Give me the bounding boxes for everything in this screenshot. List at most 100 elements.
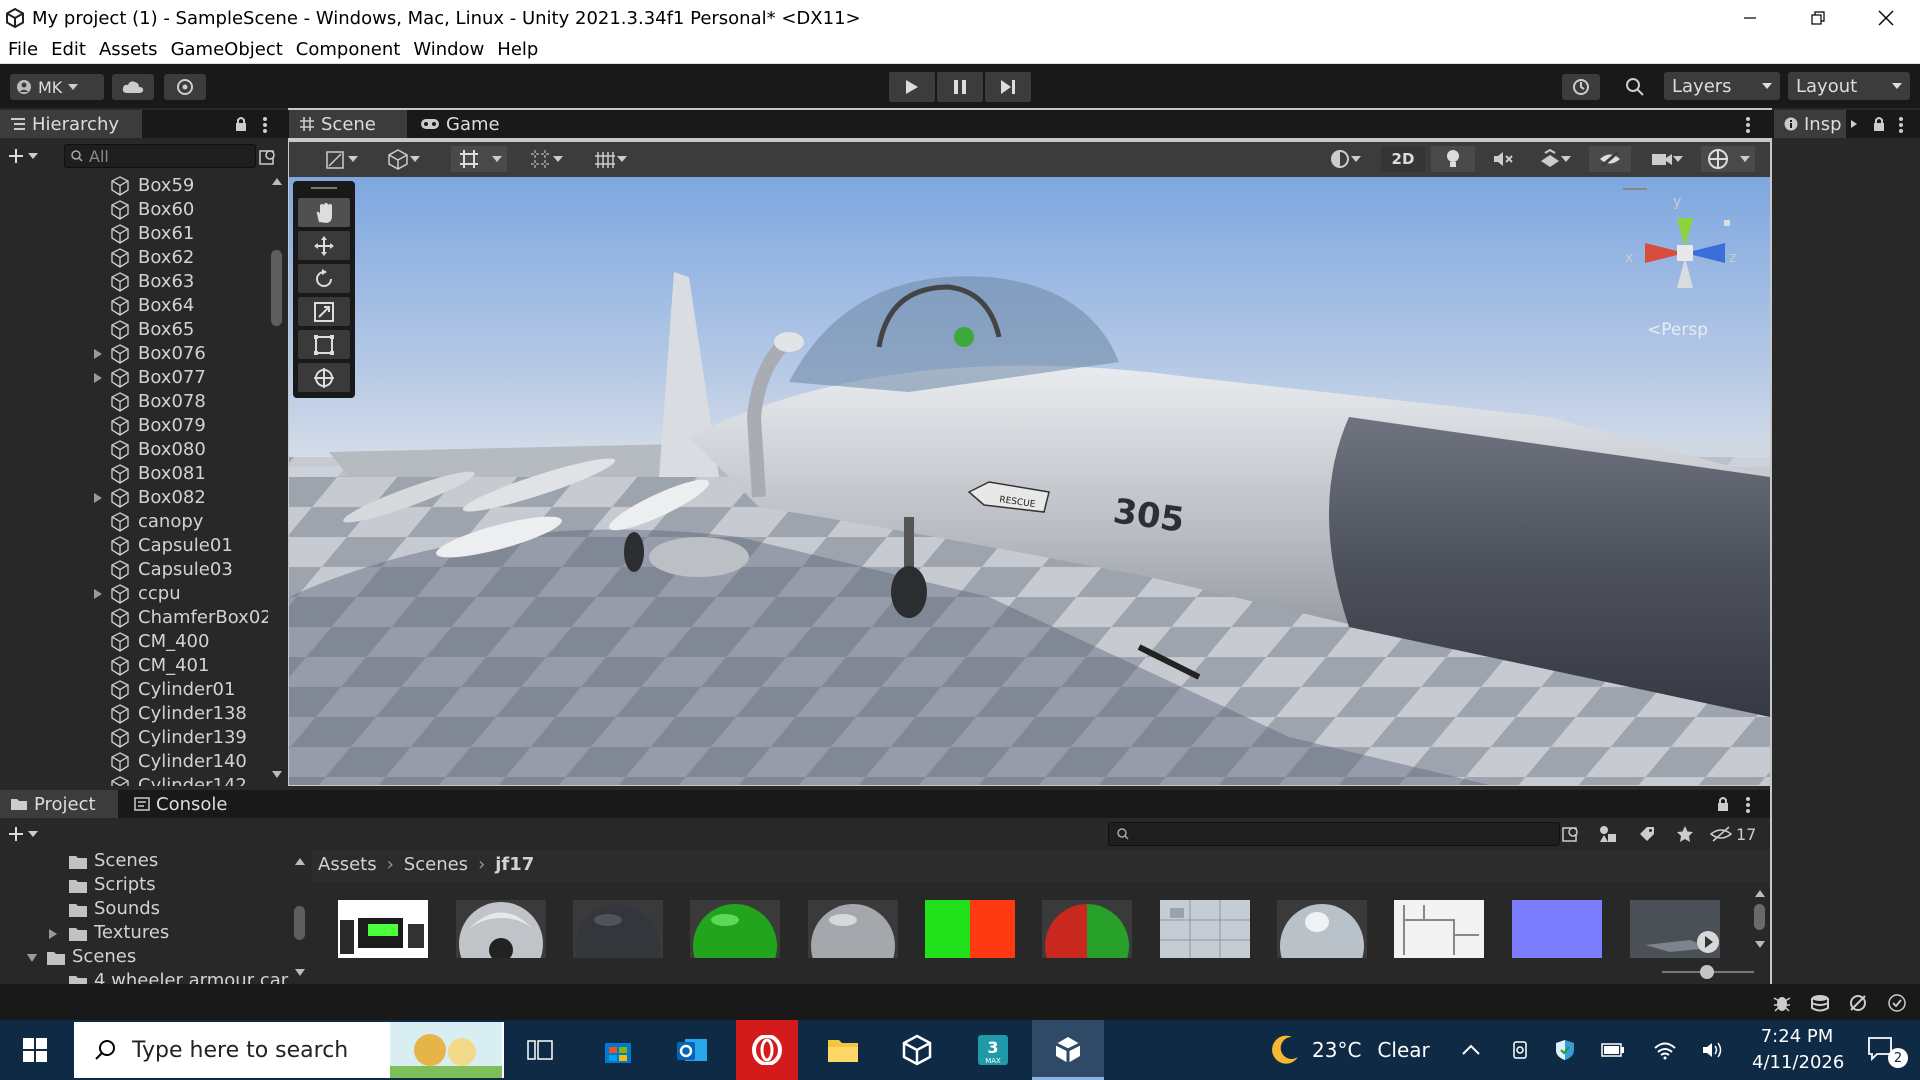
volume-tray[interactable] [1698,1020,1728,1080]
audio-toggle[interactable] [1483,146,1523,172]
show-hidden-icons-button[interactable] [1456,1020,1486,1080]
lighting-toggle[interactable] [1431,146,1475,172]
hierarchy-item[interactable]: Capsule03 [0,558,268,582]
hierarchy-item[interactable]: canopy [0,510,268,534]
breadcrumb-assets[interactable]: Assets [318,854,377,875]
lock-icon[interactable] [1716,796,1730,812]
opera-app[interactable] [736,1020,798,1080]
scene-viewport[interactable]: 305 RESCUE [289,177,1770,785]
asset-thumbnail[interactable] [690,900,780,958]
more-options-icon[interactable] [1745,116,1751,134]
breadcrumb-jf17[interactable]: jf17 [495,854,534,875]
menu-file[interactable]: File [8,39,38,60]
battery-tray[interactable] [1598,1020,1628,1080]
hierarchy-item[interactable]: Box62 [0,246,268,270]
star-icon[interactable] [1676,825,1694,843]
weather-widget[interactable]: 23°C Clear [1268,1020,1430,1080]
hierarchy-item[interactable]: CM_400 [0,630,268,654]
project-tree-scrollbar[interactable] [292,852,308,984]
create-button[interactable] [8,146,44,166]
tab-project[interactable]: Project [0,790,118,818]
project-tree-scroll-thumb[interactable] [294,906,305,940]
store-app[interactable] [588,1020,648,1080]
lock-icon[interactable] [1872,116,1886,132]
shading-dropdown[interactable] [377,146,429,172]
filter-by-type-icon[interactable] [1598,825,1618,843]
notification-center-button[interactable]: 2 [1852,1020,1912,1080]
menu-help[interactable]: Help [497,39,538,60]
system-clock[interactable]: 7:24 PM 4/11/2026 [1752,1024,1844,1076]
orientation-gizmo[interactable]: y x z <Persp [1615,188,1745,348]
breadcrumb-scenes[interactable]: Scenes [404,854,468,875]
thumbnail-size-handle[interactable] [1700,965,1714,979]
hierarchy-item[interactable]: Box65 [0,318,268,342]
menu-component[interactable]: Component [296,39,401,60]
menu-window[interactable]: Window [413,39,484,60]
search-by-scene-icon[interactable] [1562,825,1580,843]
asset-thumbnail[interactable] [925,900,1015,958]
hierarchy-item[interactable]: Cylinder138 [0,702,268,726]
scene-search-icon[interactable] [259,148,277,166]
minimize-button[interactable] [1716,0,1784,36]
layout-dropdown[interactable]: Layout [1788,72,1910,100]
hierarchy-item[interactable]: Box076 [0,342,268,366]
hierarchy-item[interactable]: ChamferBox02 [0,606,268,630]
check-circle-icon[interactable] [1888,994,1906,1012]
expand-arrow-icon[interactable] [94,373,102,383]
increment-snap[interactable] [521,146,571,172]
effects-dropdown[interactable] [1529,146,1581,172]
history-button[interactable] [1562,74,1600,100]
transform-tool[interactable] [298,363,350,392]
asset-thumbnail[interactable] [1394,900,1484,958]
more-options-icon[interactable] [262,116,268,134]
tab-hierarchy[interactable]: Hierarchy [0,110,142,138]
hidden-objects-toggle[interactable] [1589,146,1631,172]
hierarchy-item[interactable]: Box64 [0,294,268,318]
hierarchy-item[interactable]: Cylinder139 [0,726,268,750]
task-view-button[interactable] [510,1020,570,1080]
unity-hub-app[interactable] [886,1020,948,1080]
hierarchy-scroll-thumb[interactable] [271,250,282,326]
collab-button[interactable] [164,74,206,100]
hierarchy-item[interactable]: Cylinder140 [0,750,268,774]
more-options-icon[interactable] [1898,116,1904,134]
hierarchy-scrollbar[interactable] [268,174,286,786]
menu-edit[interactable]: Edit [51,39,86,60]
asset-thumbnail[interactable] [808,900,898,958]
hierarchy-item[interactable]: Box078 [0,390,268,414]
tab-console[interactable]: Console [124,790,254,818]
outlook-app[interactable] [662,1020,722,1080]
hierarchy-item[interactable]: Box60 [0,198,268,222]
rect-tool[interactable] [298,330,350,359]
search-button[interactable] [1616,74,1654,100]
cache-icon[interactable] [1810,993,1830,1013]
expand-arrow-icon[interactable] [94,349,102,359]
account-dropdown[interactable]: MK [10,74,104,100]
tab-game[interactable]: Game [410,110,510,138]
start-button[interactable] [0,1020,70,1080]
hand-tool[interactable] [298,198,350,227]
drag-handle[interactable] [311,187,337,189]
expand-arrow-icon[interactable] [94,589,102,599]
hierarchy-item[interactable]: Cylinder01 [0,678,268,702]
asset-thumbnail[interactable] [338,900,428,958]
asset-thumbnail[interactable] [1160,900,1250,958]
hierarchy-item[interactable]: CM_401 [0,654,268,678]
hidden-packages-toggle[interactable]: 17 [1710,822,1764,846]
tab-inspector[interactable]: Insp [1774,110,1846,138]
persp-label[interactable]: <Persp [1647,320,1708,340]
gizmos-dropdown[interactable] [1735,146,1755,172]
close-button[interactable] [1852,0,1920,36]
hierarchy-item[interactable]: Cylinder142 [0,774,268,786]
chevron-right-icon[interactable] [1850,119,1858,129]
step-button[interactable] [985,72,1031,102]
asset-grid-scroll-thumb[interactable] [1754,904,1765,930]
collapse-arrow-icon[interactable] [26,953,38,963]
asset-thumbnail[interactable] [573,900,663,958]
project-create-button[interactable] [8,824,44,844]
hierarchy-item[interactable]: Box081 [0,462,268,486]
grid-snap-dropdown[interactable] [487,146,507,172]
file-explorer-app[interactable] [812,1020,874,1080]
taskbar-search-input[interactable]: Type here to search [74,1022,504,1078]
asset-thumbnail[interactable] [1512,900,1602,958]
